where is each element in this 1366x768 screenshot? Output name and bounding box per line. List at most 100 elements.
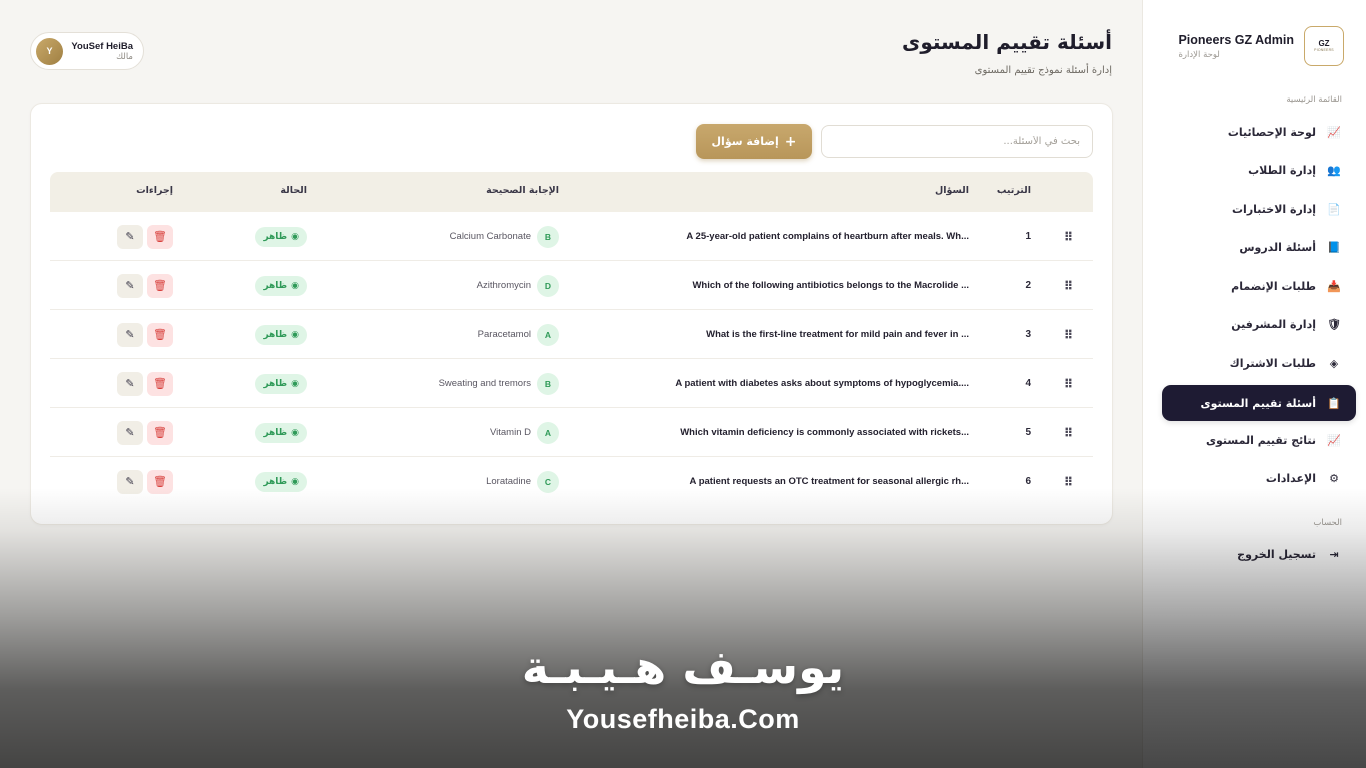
chart-line-icon: 📈 (1327, 125, 1341, 139)
brand-title: Pioneers GZ Admin (1178, 32, 1294, 47)
logout-icon: ⇥ (1329, 547, 1339, 561)
sidebar-item-supervisors[interactable]: 🛡 إدارة المشرفين (1162, 307, 1356, 341)
edit-icon: ✎ (125, 230, 135, 243)
delete-button[interactable]: 🗑 (147, 273, 173, 298)
edit-icon: ✎ (125, 426, 135, 439)
row-order: 1 (1025, 231, 1031, 242)
sidebar-item-lesson-questions[interactable]: 📘 أسئلة الدروس (1162, 230, 1356, 264)
file-icon: 📄 (1327, 202, 1341, 216)
row-actions: ✎ 🗑 (113, 359, 173, 408)
edit-icon: ✎ (125, 328, 135, 341)
nav-section-main: القائمة الرئيسية (1286, 95, 1342, 105)
table-body: ⠿ 1 A 25-year-old patient complains of h… (50, 212, 1093, 506)
brand-logo: GZ PIONEERS (1304, 26, 1344, 66)
table-row[interactable]: ⠿ 5 Which vitamin deficiency is commonly… (50, 408, 1093, 457)
eye-icon: ◉ (291, 280, 299, 291)
status-badge[interactable]: ◉ ظاهر (255, 422, 307, 443)
trash-icon: 🗑 (153, 230, 167, 243)
edit-button[interactable]: ✎ (117, 371, 143, 396)
edit-button[interactable]: ✎ (117, 420, 143, 445)
user-name: YouSef HeiBa (71, 40, 133, 52)
users-icon: 👥 (1327, 163, 1341, 177)
delete-button[interactable]: 🗑 (147, 322, 173, 347)
answer-letter-badge: D (537, 274, 559, 297)
answer-text: Azithromycin (476, 280, 531, 291)
delete-button[interactable]: 🗑 (147, 469, 173, 494)
delete-button[interactable]: 🗑 (147, 371, 173, 396)
table-row[interactable]: ⠿ 3 What is the first-line treatment for… (50, 310, 1093, 359)
add-question-button[interactable]: + إضافة سؤال (696, 124, 812, 159)
delete-button[interactable]: 🗑 (147, 420, 173, 445)
row-actions: ✎ 🗑 (113, 261, 173, 310)
row-status: ◉ ظاهر (255, 212, 307, 261)
user-role: مالك (116, 51, 133, 62)
search-input[interactable] (821, 125, 1093, 158)
drag-handle-icon[interactable]: ⠿ (1061, 261, 1075, 310)
questions-card: + إضافة سؤال الترتيب السؤال الإجابة الصح… (30, 103, 1113, 525)
status-badge[interactable]: ◉ ظاهر (255, 226, 307, 247)
eye-icon: ◉ (291, 378, 299, 389)
edit-button[interactable]: ✎ (117, 224, 143, 249)
answer-letter-badge: B (537, 225, 559, 248)
row-question: A 25-year-old patient complains of heart… (686, 231, 969, 242)
row-question: What is the first-line treatment for mil… (706, 329, 969, 340)
sidebar-item-subscriptions[interactable]: ◈ طلبات الاشتراك (1162, 346, 1356, 380)
eye-icon: ◉ (291, 329, 299, 340)
header-actions: إجراءات (136, 185, 173, 196)
sidebar-item-students[interactable]: 👥 إدارة الطلاب (1162, 153, 1356, 187)
sidebar-item-level-results[interactable]: 📈 نتائج تقييم المستوى (1162, 423, 1356, 457)
edit-button[interactable]: ✎ (117, 273, 143, 298)
status-badge[interactable]: ◉ ظاهر (255, 373, 307, 394)
status-badge[interactable]: ◉ ظاهر (255, 324, 307, 345)
row-actions: ✎ 🗑 (113, 408, 173, 457)
drag-handle-icon[interactable]: ⠿ (1061, 408, 1075, 457)
sidebar-item-level-questions[interactable]: 📋 أسئلة تقييم المستوى (1162, 385, 1356, 421)
nav-section-account: الحساب (1313, 518, 1342, 528)
eye-icon: ◉ (291, 476, 299, 487)
drag-handle-icon[interactable]: ⠿ (1061, 212, 1075, 261)
answer-text: Calcium Carbonate (449, 231, 531, 242)
edit-icon: ✎ (125, 377, 135, 390)
row-answer: Sweating and tremors B (339, 359, 559, 408)
row-answer: Loratadine C (339, 457, 559, 506)
status-badge[interactable]: ◉ ظاهر (255, 471, 307, 492)
clipboard-question-icon: 📋 (1327, 396, 1341, 410)
row-order: 2 (1025, 280, 1031, 291)
brand: GZ PIONEERS Pioneers GZ Admin لوحة الإدا… (1161, 26, 1344, 66)
row-order: 3 (1025, 329, 1031, 340)
delete-button[interactable]: 🗑 (147, 224, 173, 249)
sidebar-item-join-requests[interactable]: 📥 طلبات الإنضمام (1162, 269, 1356, 303)
drag-handle-icon[interactable]: ⠿ (1061, 310, 1075, 359)
eye-icon: ◉ (291, 231, 299, 242)
edit-button[interactable]: ✎ (117, 322, 143, 347)
avatar: Y (36, 37, 63, 65)
eye-icon: ◉ (291, 427, 299, 438)
drag-handle-icon[interactable]: ⠿ (1061, 359, 1075, 408)
status-badge[interactable]: ◉ ظاهر (255, 275, 307, 296)
row-status: ◉ ظاهر (255, 310, 307, 359)
answer-text: Vitamin D (489, 427, 531, 438)
user-menu[interactable]: Y YouSef HeiBa مالك (30, 32, 144, 70)
plus-icon: + (784, 133, 797, 150)
drag-handle-icon[interactable]: ⠿ (1061, 457, 1075, 506)
row-actions: ✎ 🗑 (113, 457, 173, 506)
sidebar-item-settings[interactable]: ⚙ الإعدادات (1162, 461, 1356, 495)
row-question: A patient requests an OTC treatment for … (689, 476, 969, 487)
table-row[interactable]: ⠿ 4 A patient with diabetes asks about s… (50, 359, 1093, 408)
watermark-english: Yousefheiba.Com (566, 704, 800, 734)
sidebar-item-statistics[interactable]: 📈 لوحة الإحصائيات (1162, 115, 1356, 149)
sidebar-item-logout[interactable]: ⇥ تسجيل الخروج (1162, 537, 1356, 571)
row-order: 5 (1025, 427, 1031, 438)
sidebar-item-exams[interactable]: 📄 إدارة الاختبارات (1162, 192, 1356, 226)
answer-text: Paracetamol (477, 329, 531, 340)
chart-line-icon: 📈 (1327, 433, 1341, 447)
table-row[interactable]: ⠿ 2 Which of the following antibiotics b… (50, 261, 1093, 310)
row-status: ◉ ظاهر (255, 261, 307, 310)
page-title: أسئلة تقييم المستوى (902, 30, 1112, 54)
trash-icon: 🗑 (153, 279, 167, 292)
questions-table: الترتيب السؤال الإجابة الصحيحة الحالة إج… (50, 172, 1093, 506)
table-row[interactable]: ⠿ 6 A patient requests an OTC treatment … (50, 457, 1093, 506)
answer-letter-badge: B (537, 372, 559, 395)
edit-button[interactable]: ✎ (117, 469, 143, 494)
table-row[interactable]: ⠿ 1 A 25-year-old patient complains of h… (50, 212, 1093, 261)
